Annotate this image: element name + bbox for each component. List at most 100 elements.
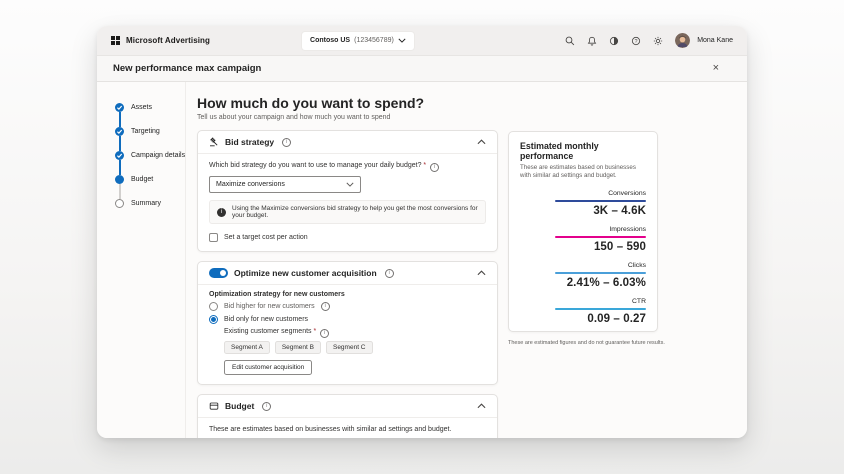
info-icon[interactable] [385, 269, 394, 278]
settings-gear-icon[interactable] [653, 36, 663, 46]
checkbox-unchecked-icon[interactable] [209, 233, 218, 242]
step-summary[interactable]: Summary [115, 191, 185, 215]
user-avatar[interactable] [675, 33, 690, 48]
step-completed-icon [115, 103, 124, 112]
required-asterisk: * [423, 162, 426, 169]
segment-chip[interactable]: Segment C [326, 341, 373, 354]
info-icon[interactable] [320, 329, 329, 338]
info-icon[interactable] [282, 138, 291, 147]
bid-strategy-info-banner: i Using the Maximize conversions bid str… [209, 200, 486, 224]
radio-label: Bid only for new customers [224, 316, 308, 323]
radio-selected-icon[interactable] [209, 315, 218, 324]
info-banner-text: Using the Maximize conversions bid strat… [232, 205, 478, 219]
segment-chip[interactable]: Segment B [275, 341, 321, 354]
dialog-content: Assets Targeting Campaign details Budget… [97, 82, 747, 438]
customer-acquisition-title: Optimize new customer acquisition [234, 268, 377, 278]
info-icon[interactable] [430, 163, 439, 172]
sidebar-divider [185, 82, 186, 438]
step-campaign-details[interactable]: Campaign details [115, 143, 185, 167]
metric-label: Clicks [520, 262, 646, 269]
radio-unselected-icon[interactable] [209, 302, 218, 311]
metric-value: 0.09 – 0.27 [520, 313, 646, 325]
bid-strategy-header[interactable]: Bid strategy [198, 131, 497, 154]
step-assets[interactable]: Assets [115, 95, 185, 119]
page-title: How much do you want to spend? [197, 95, 498, 111]
customer-acquisition-header[interactable]: Optimize new customer acquisition [198, 262, 497, 285]
app-window: Microsoft Advertising Contoso US (123456… [97, 26, 747, 438]
performance-panel: Estimated monthly performance These are … [508, 131, 658, 346]
performance-subtitle: These are estimates based on businesses … [520, 164, 646, 181]
step-targeting[interactable]: Targeting [115, 119, 185, 143]
dropdown-selected-value: Maximize conversions [216, 181, 285, 188]
step-label: Budget [131, 176, 153, 183]
metric-impressions: Impressions 150 – 590 [520, 226, 646, 253]
step-budget[interactable]: Budget [115, 167, 185, 191]
chevron-up-icon[interactable] [477, 403, 486, 409]
edit-customer-acquisition-button[interactable]: Edit customer acquisition [224, 360, 312, 375]
radio-label: Bid higher for new customers [224, 303, 315, 310]
metric-label: Conversions [520, 190, 646, 197]
wizard-steps: Assets Targeting Campaign details Budget… [97, 82, 185, 215]
metric-underline [555, 272, 646, 274]
metric-label: Impressions [520, 226, 646, 233]
metric-underline [555, 236, 646, 238]
step-completed-icon [115, 127, 124, 136]
metric-value: 3K – 4.6K [520, 205, 646, 217]
customer-acquisition-card: Optimize new customer acquisition Optimi… [197, 261, 498, 385]
performance-footnote: These are estimated figures and do not g… [508, 340, 658, 346]
performance-card: Estimated monthly performance These are … [508, 131, 658, 332]
budget-header[interactable]: Budget [198, 395, 497, 418]
segment-chip[interactable]: Segment A [224, 341, 270, 354]
step-label: Campaign details [131, 152, 185, 159]
budget-body: These are estimates based on businesses … [198, 418, 497, 438]
toggle-on-switch[interactable] [209, 268, 228, 278]
user-name: Mona Kane [697, 37, 733, 44]
step-completed-icon [115, 151, 124, 160]
bid-gavel-icon [209, 137, 219, 147]
info-icon[interactable] [321, 302, 330, 311]
metric-value: 150 – 590 [520, 241, 646, 253]
chevron-down-icon [398, 38, 406, 43]
bid-strategy-body: Which bid strategy do you want to use to… [198, 154, 497, 251]
page-subtitle: Tell us about your campaign and how much… [197, 114, 498, 121]
metric-label: CTR [520, 298, 646, 305]
chevron-up-icon[interactable] [477, 270, 486, 276]
chevron-up-icon[interactable] [477, 139, 486, 145]
segments-block: Existing customer segments * Segment A S… [209, 328, 486, 375]
theme-icon[interactable] [609, 36, 619, 46]
step-label: Assets [131, 104, 152, 111]
main-column: How much do you want to spend? Tell us a… [197, 82, 498, 438]
segment-chips: Segment A Segment B Segment C [224, 341, 486, 354]
target-cpa-checkbox-row[interactable]: Set a target cost per action [209, 233, 486, 242]
top-bar-actions: ? Mona Kane [565, 33, 733, 48]
customer-acquisition-body: Optimization strategy for new customers … [198, 285, 497, 384]
budget-wallet-icon [209, 401, 219, 411]
budget-card: Budget These are estimates based on busi… [197, 394, 498, 438]
top-bar: Microsoft Advertising Contoso US (123456… [97, 26, 747, 56]
segments-label: Existing customer segments * [224, 328, 486, 338]
metric-underline [555, 200, 646, 202]
required-asterisk: * [314, 328, 317, 335]
bid-strategy-title: Bid strategy [225, 137, 274, 147]
svg-text:?: ? [635, 38, 638, 44]
notifications-bell-icon[interactable] [587, 36, 597, 46]
metric-clicks: Clicks 2.41% – 6.03% [520, 262, 646, 289]
step-label: Summary [131, 200, 161, 207]
budget-title: Budget [225, 401, 254, 411]
budget-note: These are estimates based on businesses … [209, 426, 486, 433]
radio-bid-higher[interactable]: Bid higher for new customers [209, 302, 486, 311]
performance-title: Estimated monthly performance [520, 141, 646, 161]
account-selector[interactable]: Contoso US (123456789) [302, 32, 414, 50]
radio-bid-only[interactable]: Bid only for new customers [209, 315, 486, 324]
metric-underline [555, 308, 646, 310]
checkbox-label: Set a target cost per action [224, 234, 308, 241]
account-name: Contoso US [310, 37, 350, 44]
info-icon[interactable] [262, 402, 271, 411]
help-icon[interactable]: ? [631, 36, 641, 46]
close-icon[interactable]: × [713, 63, 719, 74]
search-icon[interactable] [565, 36, 575, 46]
strategy-section-label: Optimization strategy for new customers [209, 291, 486, 298]
page-background: Microsoft Advertising Contoso US (123456… [0, 0, 844, 474]
dialog-header: New performance max campaign × [97, 56, 747, 82]
bid-strategy-dropdown[interactable]: Maximize conversions [209, 176, 361, 193]
